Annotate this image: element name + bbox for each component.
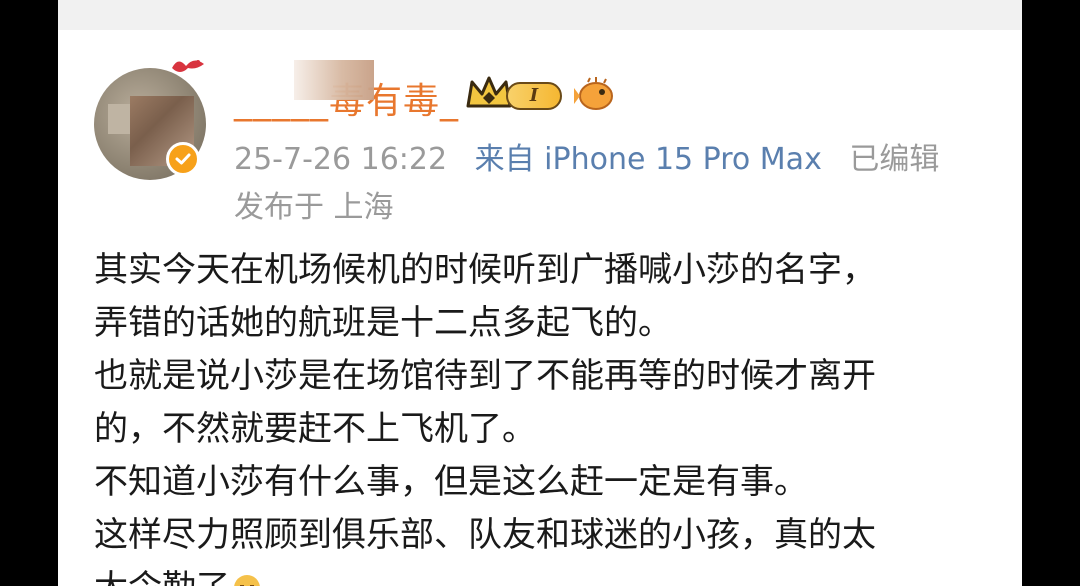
post-meta: 25-7-26 16:22 来自 iPhone 15 Pro Max 已编辑 xyxy=(234,134,957,178)
post-source: 来自 iPhone 15 Pro Max xyxy=(474,142,822,177)
crying-face-icon xyxy=(234,575,260,586)
verified-check-icon xyxy=(166,142,200,176)
username-censor-block xyxy=(294,60,374,100)
post-text-line: 其实今天在机场候机的时候听到广播喊小莎的名字， xyxy=(94,250,876,290)
post-timestamp[interactable]: 25-7-26 16:22 xyxy=(234,142,447,177)
post-text-line: 不知道小莎有什么事，但是这么赶一定是有事。 xyxy=(94,462,808,502)
post-text-line: 太令勤了 xyxy=(94,568,230,586)
post-content: 其实今天在机场候机的时候听到广播喊小莎的名字， 弄错的话她的航班是十二点多起飞的… xyxy=(94,244,1022,586)
post-card: _____毒有毒_ I 25-7-26 16:22 来自 iPhone 15 P… xyxy=(58,0,1022,586)
post-text-line: 弄错的话她的航班是十二点多起飞的。 xyxy=(94,303,672,343)
post-text-line-last: 太令勤了 xyxy=(94,562,1022,586)
pufferfish-icon xyxy=(574,77,613,110)
post-location: 发布于 上海 xyxy=(234,190,394,225)
post-text-line: 的，不然就要赶不上飞机了。 xyxy=(94,409,536,449)
avatar-bow-icon xyxy=(172,60,204,72)
post-text-line: 也就是说小莎是在场馆待到了不能再等的时候才离开 xyxy=(94,356,876,396)
edited-label[interactable]: 已编辑 xyxy=(849,142,939,177)
level-badge: I xyxy=(506,82,562,110)
header-divider xyxy=(58,0,1022,30)
post-text-line: 这样尽力照顾到俱乐部、队友和球迷的小孩，真的太 xyxy=(94,515,876,555)
